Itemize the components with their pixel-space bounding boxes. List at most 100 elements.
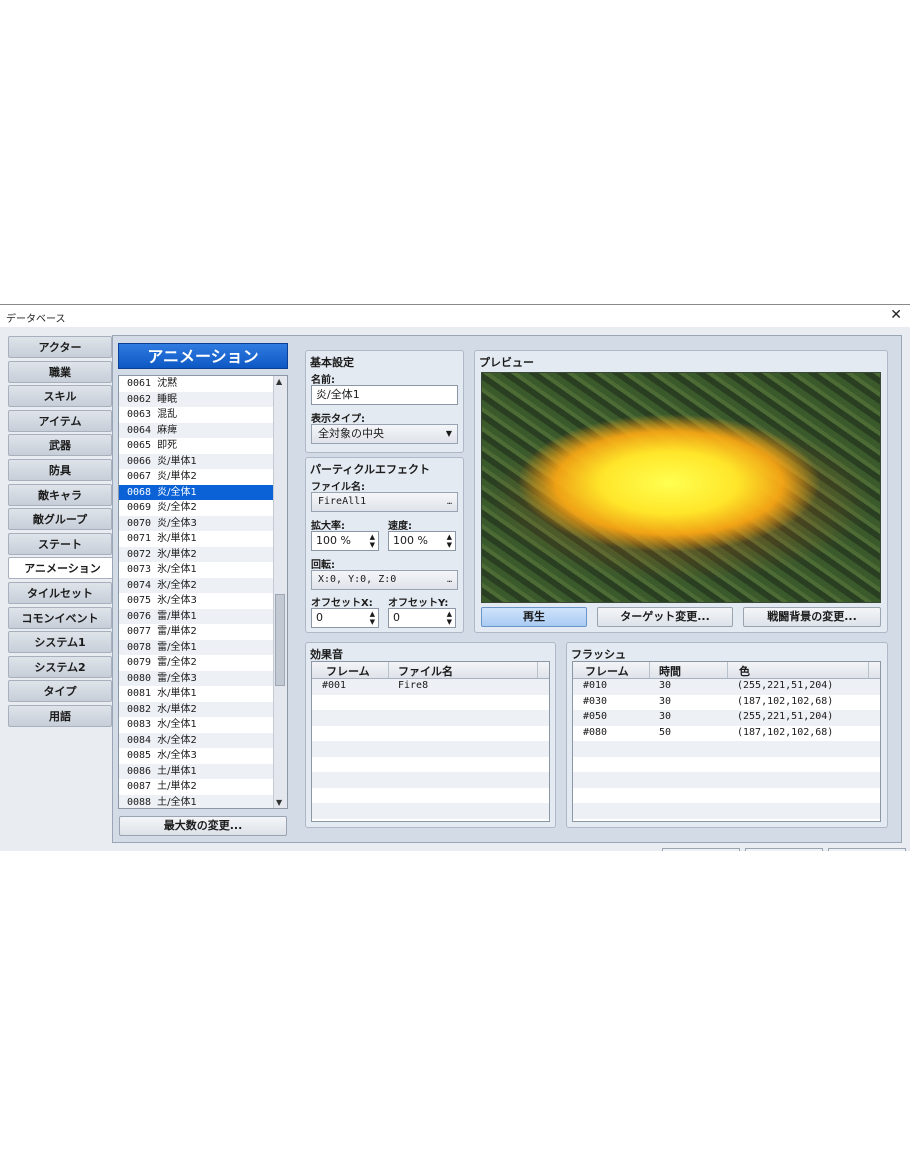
list-item[interactable]: 0068 炎/全体1 xyxy=(119,484,273,500)
close-icon[interactable]: ✕ xyxy=(890,307,902,323)
list-item[interactable]: 0074 氷/全体2 xyxy=(119,577,273,593)
list-item[interactable]: 0082 水/単体2 xyxy=(119,701,273,717)
list-item[interactable]: 0084 水/全体2 xyxy=(119,732,273,748)
column-header-frame[interactable]: フレーム xyxy=(585,663,629,679)
scroll-thumb[interactable] xyxy=(275,594,285,686)
list-item[interactable]: 0075 氷/全体3 xyxy=(119,593,273,609)
tab-10[interactable]: タイルセット xyxy=(8,581,112,604)
tab-4[interactable]: 武器 xyxy=(8,434,112,457)
change-battle-background-button[interactable]: 戦闘背景の変更... xyxy=(743,607,881,627)
table-row[interactable] xyxy=(312,741,549,757)
list-item[interactable]: 0066 炎/単体1 xyxy=(119,453,273,469)
list-item[interactable]: 0083 水/全体1 xyxy=(119,717,273,733)
stepper-arrows-icon[interactable]: ▲ ▼ xyxy=(370,610,375,626)
table-row[interactable] xyxy=(312,695,549,711)
tab-6[interactable]: 敵キャラ xyxy=(8,483,112,506)
list-item[interactable]: 0078 雷/全体1 xyxy=(119,639,273,655)
sound-effects-table[interactable]: フレーム ファイル名 #001 Fire8 xyxy=(311,661,550,822)
table-row[interactable] xyxy=(312,726,549,742)
list-scrollbar[interactable]: ▲ ▼ xyxy=(273,376,287,808)
change-max-button[interactable]: 最大数の変更... xyxy=(119,816,287,836)
stepper-arrows-icon[interactable]: ▲ ▼ xyxy=(370,533,375,549)
column-header-file[interactable]: ファイル名 xyxy=(398,663,453,679)
animation-list[interactable]: 0061 沈黙 0062 睡眠 0063 混乱 0064 麻痺 0065 即死 0066 炎/単体1 0… xyxy=(118,375,288,809)
tab-9[interactable]: アニメーション xyxy=(8,557,116,580)
tab-11[interactable]: コモンイベント xyxy=(8,606,112,629)
list-item[interactable]: 0071 氷/単体1 xyxy=(119,531,273,547)
play-button[interactable]: 再生 xyxy=(481,607,587,627)
list-item[interactable]: 0085 水/全体3 xyxy=(119,748,273,764)
list-item-id: 0061 xyxy=(127,378,152,389)
tab-8[interactable]: ステート xyxy=(8,532,112,555)
list-item[interactable]: 0069 炎/全体2 xyxy=(119,500,273,516)
column-header-time[interactable]: 時間 xyxy=(659,663,681,679)
speed-stepper[interactable]: 100 % ▲ ▼ xyxy=(388,531,456,551)
scroll-up-icon[interactable]: ▲ xyxy=(276,377,282,386)
list-item[interactable]: 0076 雷/単体1 xyxy=(119,608,273,624)
tab-5[interactable]: 防具 xyxy=(8,458,112,481)
stepper-arrows-icon[interactable]: ▲ ▼ xyxy=(447,610,452,626)
ok-button-edge[interactable] xyxy=(662,848,740,851)
tab-7[interactable]: 敵グループ xyxy=(8,508,112,531)
tab-2[interactable]: スキル xyxy=(8,385,112,408)
stepper-arrows-icon[interactable]: ▲ ▼ xyxy=(447,533,452,549)
table-row[interactable] xyxy=(312,803,549,819)
title-bar: データベース ✕ xyxy=(0,305,910,327)
list-item[interactable]: 0079 雷/全体2 xyxy=(119,655,273,671)
table-header: フレーム 時間 色 xyxy=(573,662,880,679)
table-row[interactable] xyxy=(573,757,880,773)
tab-1[interactable]: 職業 xyxy=(8,360,112,383)
list-item[interactable]: 0062 睡眠 xyxy=(119,391,273,407)
list-item[interactable]: 0081 水/単体1 xyxy=(119,686,273,702)
list-item[interactable]: 0070 炎/全体3 xyxy=(119,515,273,531)
file-name-picker[interactable]: FireAll1 … xyxy=(311,492,458,512)
table-row[interactable] xyxy=(312,757,549,773)
tab-13[interactable]: システム2 xyxy=(8,655,112,678)
cancel-button-edge[interactable] xyxy=(745,848,823,851)
tab-12[interactable]: システム1 xyxy=(8,631,112,654)
name-field[interactable]: 炎/全体1 xyxy=(311,385,458,405)
offset-x-stepper[interactable]: 0 ▲ ▼ xyxy=(311,608,379,628)
tab-15[interactable]: 用語 xyxy=(8,704,112,727)
scale-stepper[interactable]: 100 % ▲ ▼ xyxy=(311,531,379,551)
list-item[interactable]: 0088 土/全体1 xyxy=(119,794,273,808)
list-item[interactable]: 0063 混乱 xyxy=(119,407,273,423)
list-item[interactable]: 0065 即死 xyxy=(119,438,273,454)
list-item[interactable]: 0061 沈黙 xyxy=(119,376,273,392)
table-row[interactable] xyxy=(312,772,549,788)
rotation-picker[interactable]: X:0, Y:0, Z:0 … xyxy=(311,570,458,590)
apply-button-edge[interactable] xyxy=(828,848,906,851)
table-row[interactable]: #050 30 (255,221,51,204) xyxy=(573,710,880,726)
list-item[interactable]: 0067 炎/単体2 xyxy=(119,469,273,485)
tab-14[interactable]: タイプ xyxy=(8,680,112,703)
display-type-select[interactable]: 全対象の中央 ▼ xyxy=(311,424,458,444)
table-row[interactable]: #080 50 (187,102,102,68) xyxy=(573,726,880,742)
list-item[interactable]: 0086 土/単体1 xyxy=(119,763,273,779)
table-row[interactable]: #001 Fire8 xyxy=(312,679,549,695)
table-row[interactable] xyxy=(573,788,880,804)
list-item[interactable]: 0073 氷/全体1 xyxy=(119,562,273,578)
list-item-id: 0077 xyxy=(127,626,152,637)
table-row[interactable] xyxy=(573,803,880,819)
scroll-down-icon[interactable]: ▼ xyxy=(276,798,282,807)
speed-label: 速度: xyxy=(388,521,412,532)
table-row[interactable] xyxy=(312,710,549,726)
tab-3[interactable]: アイテム xyxy=(8,409,112,432)
list-item-name: 水/単体1 xyxy=(157,688,197,699)
list-item[interactable]: 0087 土/単体2 xyxy=(119,779,273,795)
list-item[interactable]: 0080 雷/全体3 xyxy=(119,670,273,686)
column-header-frame[interactable]: フレーム xyxy=(326,663,370,679)
table-row[interactable] xyxy=(573,741,880,757)
change-target-button[interactable]: ターゲット変更... xyxy=(597,607,733,627)
offset-y-stepper[interactable]: 0 ▲ ▼ xyxy=(388,608,456,628)
table-row[interactable] xyxy=(573,772,880,788)
table-row[interactable] xyxy=(312,788,549,804)
list-item[interactable]: 0072 氷/単体2 xyxy=(119,546,273,562)
flash-table[interactable]: フレーム 時間 色 #010 30 (255,221,51,204) #030 30 (1… xyxy=(572,661,881,822)
column-header-color[interactable]: 色 xyxy=(739,663,750,679)
table-row[interactable]: #030 30 (187,102,102,68) xyxy=(573,695,880,711)
table-row[interactable]: #010 30 (255,221,51,204) xyxy=(573,679,880,695)
list-item[interactable]: 0064 麻痺 xyxy=(119,422,273,438)
tab-0[interactable]: アクター xyxy=(8,336,112,358)
list-item[interactable]: 0077 雷/単体2 xyxy=(119,624,273,640)
